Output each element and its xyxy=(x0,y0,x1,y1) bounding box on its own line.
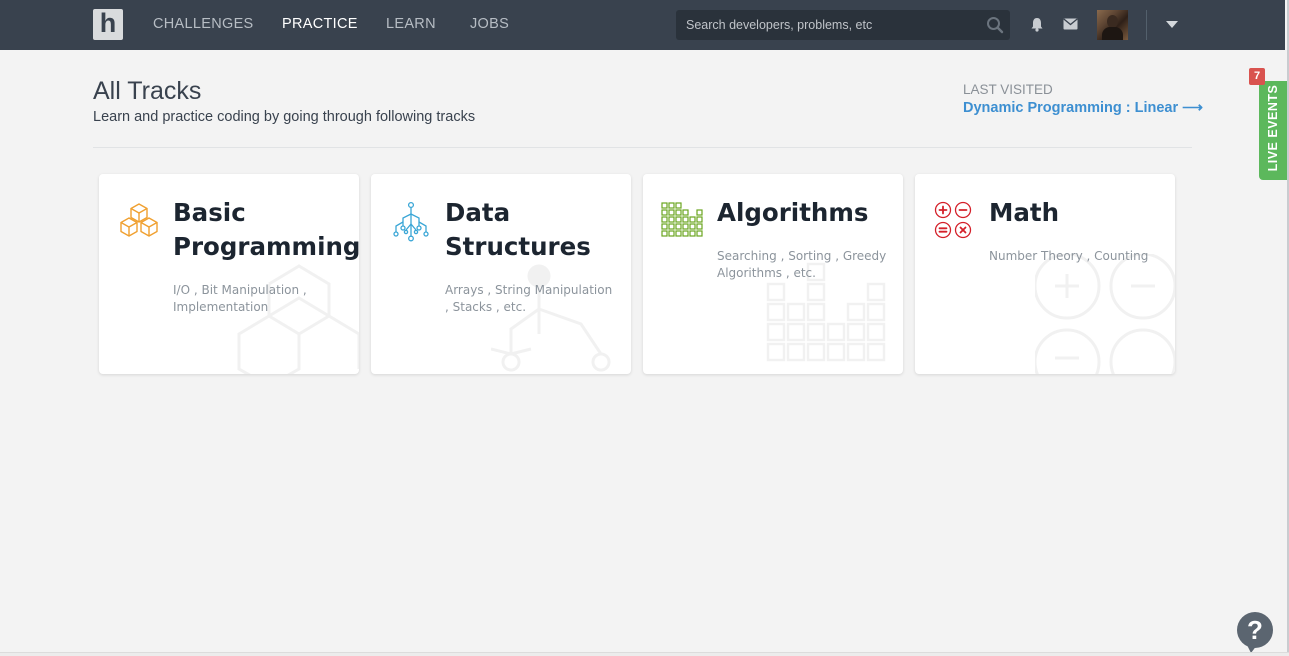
tree-icon xyxy=(393,201,429,242)
track-description: Searching , Sorting , Greedy Algorithms … xyxy=(717,249,887,280)
track-title-line2: Programming xyxy=(173,232,359,261)
live-events-tab[interactable]: LIVE EVENTS xyxy=(1259,81,1287,180)
bottom-border xyxy=(0,652,1289,656)
nav-divider xyxy=(1146,10,1147,40)
caret-down-icon[interactable] xyxy=(1166,21,1178,28)
page-title: All Tracks xyxy=(93,77,202,105)
math-operators-icon xyxy=(934,201,972,239)
track-title-line1: Algorithms xyxy=(717,198,869,227)
search-box xyxy=(676,10,1010,40)
track-title: Algorithms xyxy=(717,196,897,230)
track-description: Number Theory , Counting xyxy=(989,249,1149,263)
search-icon[interactable] xyxy=(986,16,1004,34)
track-description: I/O , Bit Manipulation , Implementation xyxy=(173,283,307,314)
live-events-label: LIVE EVENTS xyxy=(1266,84,1280,172)
nav-item-challenges[interactable]: CHALLENGES xyxy=(153,16,254,32)
grid-bars-icon xyxy=(661,202,703,237)
last-visited-link[interactable]: Dynamic Programming : Linear ⟶ xyxy=(963,100,1203,116)
last-visited-label: LAST VISITED xyxy=(963,82,1053,97)
mail-icon[interactable] xyxy=(1063,18,1078,30)
track-card-math[interactable]: Math Number Theory , Counting xyxy=(915,174,1175,374)
nav-item-jobs[interactable]: JOBS xyxy=(470,16,509,32)
cubes-icon xyxy=(120,203,158,237)
nav-item-learn[interactable]: LEARN xyxy=(386,16,436,32)
track-card-data-structures[interactable]: Data Structures Arrays , String Manipula… xyxy=(371,174,631,374)
avatar-body xyxy=(1102,27,1123,40)
header-divider xyxy=(93,147,1192,148)
page-subtitle: Learn and practice coding by going throu… xyxy=(93,109,476,125)
track-title-line1: Data xyxy=(445,198,511,227)
help-button[interactable]: ? xyxy=(1237,612,1273,653)
nav-item-practice[interactable]: PRACTICE xyxy=(282,16,358,32)
track-title-line1: Basic xyxy=(173,198,246,227)
track-description: Arrays , String Manipulation , Stacks , … xyxy=(445,283,613,314)
track-title: Math xyxy=(989,196,1169,230)
track-card-algorithms[interactable]: Algorithms Searching , Sorting , Greedy … xyxy=(643,174,903,374)
track-title: Data Structures xyxy=(445,196,625,264)
live-events-badge: 7 xyxy=(1249,68,1265,85)
hackerrank-logo[interactable]: h xyxy=(93,9,123,40)
avatar[interactable] xyxy=(1097,10,1128,40)
math-background-icon xyxy=(1035,254,1175,374)
track-title-line1: Math xyxy=(989,198,1060,227)
track-card-basic-programming[interactable]: Basic Programming I/O , Bit Manipulation… xyxy=(99,174,359,374)
logo-letter: h xyxy=(99,8,117,38)
track-title: Basic Programming xyxy=(173,196,359,264)
bell-icon[interactable] xyxy=(1030,17,1044,32)
top-navbar: h CHALLENGES PRACTICE LEARN JOBS xyxy=(0,0,1285,50)
track-title-line2: Structures xyxy=(445,232,591,261)
search-input[interactable] xyxy=(676,10,976,40)
